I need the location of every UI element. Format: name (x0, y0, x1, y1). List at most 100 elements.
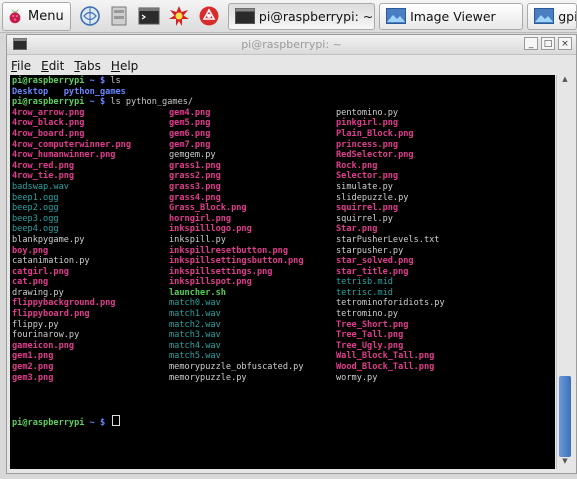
file-entry: gem4.png (169, 107, 211, 118)
top-panel: Menu pi@raspberrypi: ~ Image Viewer gp (0, 0, 577, 33)
terminal-line-home-listing: Desktop python_games (12, 87, 555, 98)
file-entry: 4row_board.png (12, 128, 85, 139)
file-entry: Plain_Block.png (336, 128, 414, 139)
file-entry: match2.wav (169, 319, 221, 330)
terminal-output[interactable]: pi@raspberrypi ~ $ ls Desktop python_gam… (10, 75, 555, 469)
terminal-window: pi@raspberrypi: ~ _ □ × File Edit Tabs H… (6, 34, 577, 474)
terminal-cursor (112, 414, 121, 426)
task-label: Image Viewer (410, 8, 496, 24)
file-entry: memorypuzzle_obfuscated.py (169, 362, 304, 373)
file-entry: wormy.py (336, 372, 378, 383)
file-entry: match4.wav (169, 340, 221, 351)
menu-tabs[interactable]: Tabs (74, 59, 101, 73)
scroll-up-icon[interactable]: ▲ (557, 75, 573, 87)
file-manager-icon[interactable] (108, 4, 132, 28)
file-entry: inkspillresetbutton.png (169, 245, 288, 256)
terminal-line-cmd1: pi@raspberrypi ~ $ ls (12, 76, 121, 86)
window-titlebar[interactable]: pi@raspberrypi: ~ _ □ × (7, 35, 576, 55)
terminal-scrollbar[interactable]: ▲ ▼ (556, 75, 573, 469)
file-entry: inkspill.py (169, 234, 226, 245)
file-entry: cat.png (12, 277, 49, 288)
file-entry: gem2.png (12, 362, 54, 373)
terminal-line-prompt: pi@raspberrypi ~ $ (12, 414, 555, 428)
file-entry: gemgem.py (169, 150, 216, 161)
minimize-button[interactable]: _ (524, 37, 538, 50)
math-icon[interactable] (167, 4, 191, 28)
menu-button[interactable]: Menu (2, 1, 71, 31)
task-label: gpic (558, 8, 576, 24)
file-entry: inkspillsettings.png (169, 266, 273, 277)
browser-icon[interactable] (78, 4, 102, 28)
file-entry: grass1.png (169, 160, 221, 171)
file-entry: boy.png (12, 245, 49, 256)
taskbar-task-terminal[interactable]: pi@raspberrypi: ~ (227, 2, 376, 30)
file-entry: pinkgirl.png (336, 118, 399, 129)
file-entry: catanimation.py (12, 256, 90, 267)
file-entry: Rock.png (336, 160, 378, 171)
dir-entry: python_games (63, 86, 126, 97)
file-entry: blankpygame.py (12, 234, 85, 245)
file-entry: horngirl.png (169, 213, 232, 224)
gpicview-icon (534, 8, 555, 24)
close-button[interactable]: × (558, 37, 572, 50)
file-entry: slidepuzzle.py (336, 192, 409, 203)
file-entry: match0.wav (169, 298, 221, 309)
file-entry: gameicon.png (12, 340, 75, 351)
terminal-icon[interactable] (137, 4, 161, 28)
task-label: pi@raspberrypi: ~ (258, 8, 374, 24)
menu-help[interactable]: Help (111, 59, 138, 73)
file-entry: memorypuzzle.py (169, 372, 247, 383)
file-entry: drawing.py (12, 287, 64, 298)
window-controls: _ □ × (524, 37, 572, 50)
file-entry: flippybackground.png (12, 298, 116, 309)
file-listing: 4row_arrow.png 4row_black.png 4row_board.p… (12, 108, 555, 415)
file-entry: gem6.png (169, 128, 211, 139)
file-entry: 4row_tie.png (12, 171, 75, 182)
maximize-button[interactable]: □ (541, 37, 555, 50)
file-entry: tetrisc.mid (336, 287, 393, 298)
listing-column: pentomino.py pinkgirl.png Plain_Block.png p… (336, 108, 445, 383)
file-entry: beep4.ogg (12, 224, 59, 235)
file-entry: badswap.wav (12, 181, 69, 192)
file-entry: star_title.png (336, 266, 409, 277)
file-entry: princess.png (336, 139, 399, 150)
menu-bar: File Edit Tabs Help (7, 55, 576, 76)
file-entry: starPusherLevels.txt (336, 234, 440, 245)
wolfram-icon[interactable] (197, 4, 221, 28)
window-title: pi@raspberrypi: ~ (241, 38, 342, 51)
dir-entry: Desktop (12, 86, 49, 97)
file-entry: Selector.png (336, 171, 399, 182)
file-entry: inkspillsettingsbutton.png (169, 256, 304, 267)
file-entry: RedSelector.png (336, 150, 414, 161)
file-entry: inkspilllogo.png (169, 224, 252, 235)
file-entry: beep2.ogg (12, 203, 59, 214)
file-entry: inkspillspot.png (169, 277, 252, 288)
file-entry: fourinarow.py (12, 330, 80, 341)
file-entry: beep3.ogg (12, 213, 59, 224)
terminal-icon (234, 8, 255, 24)
taskbar-task-image-viewer[interactable]: Image Viewer (379, 2, 524, 30)
file-entry: squirrel.py (336, 213, 393, 224)
menu-edit[interactable]: Edit (41, 59, 64, 73)
raspberry-pi-logo-icon (9, 8, 21, 24)
listing-column: gem4.png gem5.png gem6.png gem7.png gemgem.p… (169, 108, 304, 383)
file-entry: simulate.py (336, 181, 393, 192)
taskbar-task-gpicview[interactable]: gpic (527, 2, 577, 30)
listing-column: 4row_arrow.png 4row_black.png 4row_board.p… (12, 108, 131, 383)
scroll-down-icon[interactable]: ▼ (557, 457, 573, 469)
file-entry: flippy.py (12, 319, 59, 330)
file-entry: 4row_red.png (12, 160, 75, 171)
file-entry: Grass_Block.png (169, 203, 247, 214)
file-entry: gem5.png (169, 118, 211, 129)
terminal-icon (13, 38, 27, 50)
file-entry: gem7.png (169, 139, 211, 150)
menu-file[interactable]: File (11, 59, 31, 73)
scrollbar-thumb[interactable] (559, 376, 571, 457)
file-entry: tetrisb.mid (336, 277, 393, 288)
file-entry: tetromino.py (336, 309, 399, 320)
file-entry: starpusher.py (336, 245, 404, 256)
image-viewer-icon (386, 8, 407, 24)
file-entry: tetrominoforidiots.py (336, 298, 445, 309)
file-entry: Wall_Block_Tall.png (336, 351, 435, 362)
file-entry: gem1.png (12, 351, 54, 362)
